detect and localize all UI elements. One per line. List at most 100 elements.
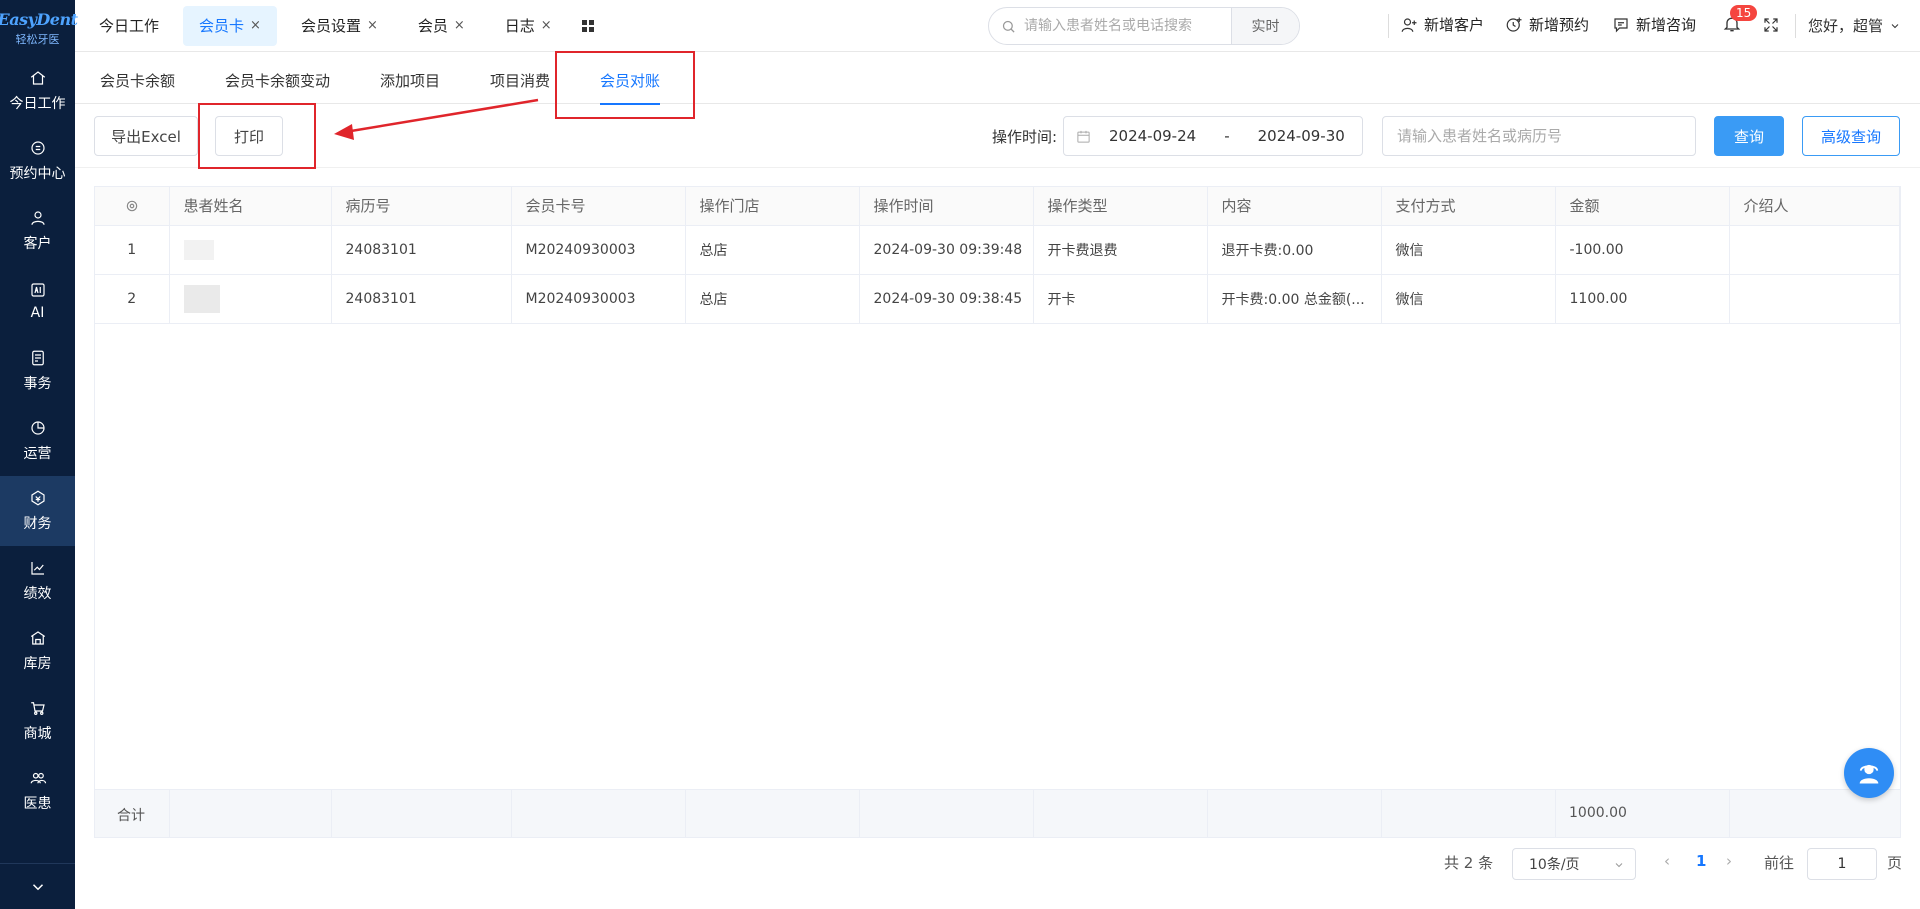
advanced-query-button[interactable]: 高级查询 — [1802, 116, 1900, 156]
column-header: 操作门店 — [685, 187, 860, 226]
support-chat-button[interactable] — [1844, 748, 1894, 798]
sidebar-item-performance[interactable]: 绩效 — [0, 546, 75, 616]
sub-tab-bar: 会员卡余额 会员卡余额变动 添加项目 项目消费 会员对账 — [75, 52, 1920, 105]
patient-search-input[interactable] — [1016, 8, 1231, 44]
table-header-row: 患者姓名 病历号 会员卡号 操作门店 操作时间 操作类型 内容 支付方式 金额 … — [95, 187, 1900, 226]
close-icon[interactable]: × — [367, 18, 378, 33]
sidebar-expand-button[interactable] — [0, 863, 75, 909]
subtab-item-consumption[interactable]: 项目消费 — [490, 70, 550, 91]
close-icon[interactable]: × — [250, 18, 261, 33]
patient-search: 实时 — [988, 7, 1300, 45]
task-icon — [31, 350, 44, 366]
goto-page-input[interactable] — [1807, 848, 1877, 880]
export-excel-button[interactable]: 导出Excel — [94, 116, 198, 156]
column-header: 内容 — [1207, 187, 1382, 226]
column-header: 病历号 — [331, 187, 512, 226]
add-consult-button[interactable]: 新增咨询 — [1612, 14, 1696, 35]
next-page-button[interactable]: › — [1726, 852, 1732, 870]
reconciliation-table: 患者姓名 病历号 会员卡号 操作门店 操作时间 操作类型 内容 支付方式 金额 … — [94, 186, 1901, 838]
column-header: 介绍人 — [1729, 187, 1900, 226]
table-row[interactable]: 1 24083101 M20240930003 总店 2024-09-30 09… — [95, 225, 1900, 275]
query-button[interactable]: 查询 — [1714, 116, 1784, 156]
cart-icon — [30, 702, 45, 715]
redacted-name — [183, 284, 220, 313]
table-row[interactable]: 2 24083101 M20240930003 总店 2024-09-30 09… — [95, 274, 1900, 324]
notification-badge: 15 — [1730, 5, 1758, 21]
tab-member-settings[interactable]: 会员设置 × — [285, 6, 394, 46]
sidebar-item-doctor-patient[interactable]: 医患 — [0, 756, 75, 826]
tab-member[interactable]: 会员 × — [402, 6, 481, 46]
date-start[interactable]: 2024-09-24 — [1109, 127, 1196, 145]
patient-query-input[interactable] — [1382, 116, 1696, 156]
tab-today-work[interactable]: 今日工作 — [83, 6, 175, 46]
close-icon[interactable]: × — [541, 18, 552, 33]
divider — [1795, 14, 1796, 38]
sidebar-item-ai[interactable]: AI — [0, 266, 75, 336]
date-end[interactable]: 2024-09-30 — [1258, 127, 1345, 145]
time-cell: 2024-09-30 09:39:48 — [859, 225, 1034, 275]
summary-label: 合计 — [117, 808, 145, 824]
sidebar-item-customers[interactable]: 客户 — [0, 196, 75, 266]
summary-amount: 1000.00 — [1569, 805, 1627, 821]
close-icon[interactable]: × — [454, 18, 465, 33]
card-number-cell: M20240930003 — [511, 225, 686, 275]
type-cell: 开卡费退费 — [1033, 225, 1208, 275]
sidebar-item-warehouse[interactable]: 库房 — [0, 616, 75, 686]
warehouse-icon — [30, 631, 45, 645]
add-customer-button[interactable]: 新增客户 — [1400, 14, 1484, 35]
search-mode-button[interactable]: 实时 — [1231, 8, 1299, 44]
redacted-name — [183, 239, 214, 260]
logo: EasyDent 轻松牙医 — [0, 0, 78, 56]
date-range-picker[interactable]: 2024-09-24 - 2024-09-30 — [1063, 116, 1363, 156]
subtab-card-balance[interactable]: 会员卡余额 — [100, 70, 175, 91]
tab-log[interactable]: 日志 × — [489, 6, 568, 46]
page-size-select[interactable]: 10条/页 — [1512, 848, 1636, 880]
divider — [1381, 790, 1382, 838]
pie-icon — [30, 421, 45, 435]
column-header: 支付方式 — [1381, 187, 1556, 226]
message-icon — [1614, 17, 1628, 32]
customer-service-icon — [1859, 764, 1879, 784]
people-icon — [30, 772, 46, 784]
sidebar-item-mall[interactable]: 商城 — [0, 686, 75, 756]
amount-cell: -100.00 — [1555, 225, 1730, 275]
sidebar-item-finance[interactable]: 财务 — [0, 476, 75, 546]
sidebar-item-operations[interactable]: 运营 — [0, 406, 75, 476]
sidebar-item-tasks[interactable]: 事务 — [0, 336, 75, 406]
add-appointment-button[interactable]: 新增预约 — [1505, 14, 1589, 35]
subtab-add-item[interactable]: 添加项目 — [380, 70, 440, 91]
subtab-balance-change[interactable]: 会员卡余额变动 — [225, 70, 330, 91]
sidebar-item-appointments[interactable]: 预约中心 — [0, 126, 75, 196]
tab-member-card[interactable]: 会员卡 × — [183, 5, 277, 46]
page-number[interactable]: 1 — [1696, 852, 1706, 870]
user-menu[interactable]: 您好，超管 — [1808, 15, 1901, 36]
brand-subtitle: 轻松牙医 — [15, 32, 60, 46]
annotation-box-print — [198, 103, 316, 169]
column-header: 会员卡号 — [511, 187, 686, 226]
sidebar-item-label: 医患 — [23, 796, 52, 812]
page-size-value: 10条/页 — [1529, 857, 1580, 873]
date-separator: - — [1224, 127, 1230, 145]
divider — [1207, 790, 1208, 838]
grid-icon[interactable] — [580, 18, 596, 34]
column-header: 金额 — [1555, 187, 1730, 226]
ai-icon — [30, 283, 45, 297]
fullscreen-button[interactable] — [1762, 16, 1780, 34]
column-settings[interactable] — [95, 187, 170, 226]
row-index: 2 — [95, 274, 170, 324]
store-cell: 总店 — [685, 225, 860, 275]
sidebar-item-label: 客户 — [23, 236, 52, 252]
fullscreen-icon — [1764, 18, 1778, 32]
sidebar-item-label: 商城 — [23, 726, 52, 742]
patient-name-cell — [169, 274, 332, 324]
add-appointment-icon — [1506, 17, 1522, 32]
page-unit-label: 页 — [1887, 854, 1903, 872]
calendar-icon — [1077, 130, 1090, 143]
column-header: 患者姓名 — [169, 187, 332, 226]
sidebar-item-today[interactable]: 今日工作 — [0, 56, 75, 126]
divider — [1388, 14, 1389, 38]
brand-name: EasyDent — [0, 9, 78, 29]
tab-label: 会员 — [417, 17, 448, 35]
prev-page-button[interactable]: ‹ — [1664, 852, 1670, 870]
sidebar-item-label: 事务 — [23, 376, 52, 392]
